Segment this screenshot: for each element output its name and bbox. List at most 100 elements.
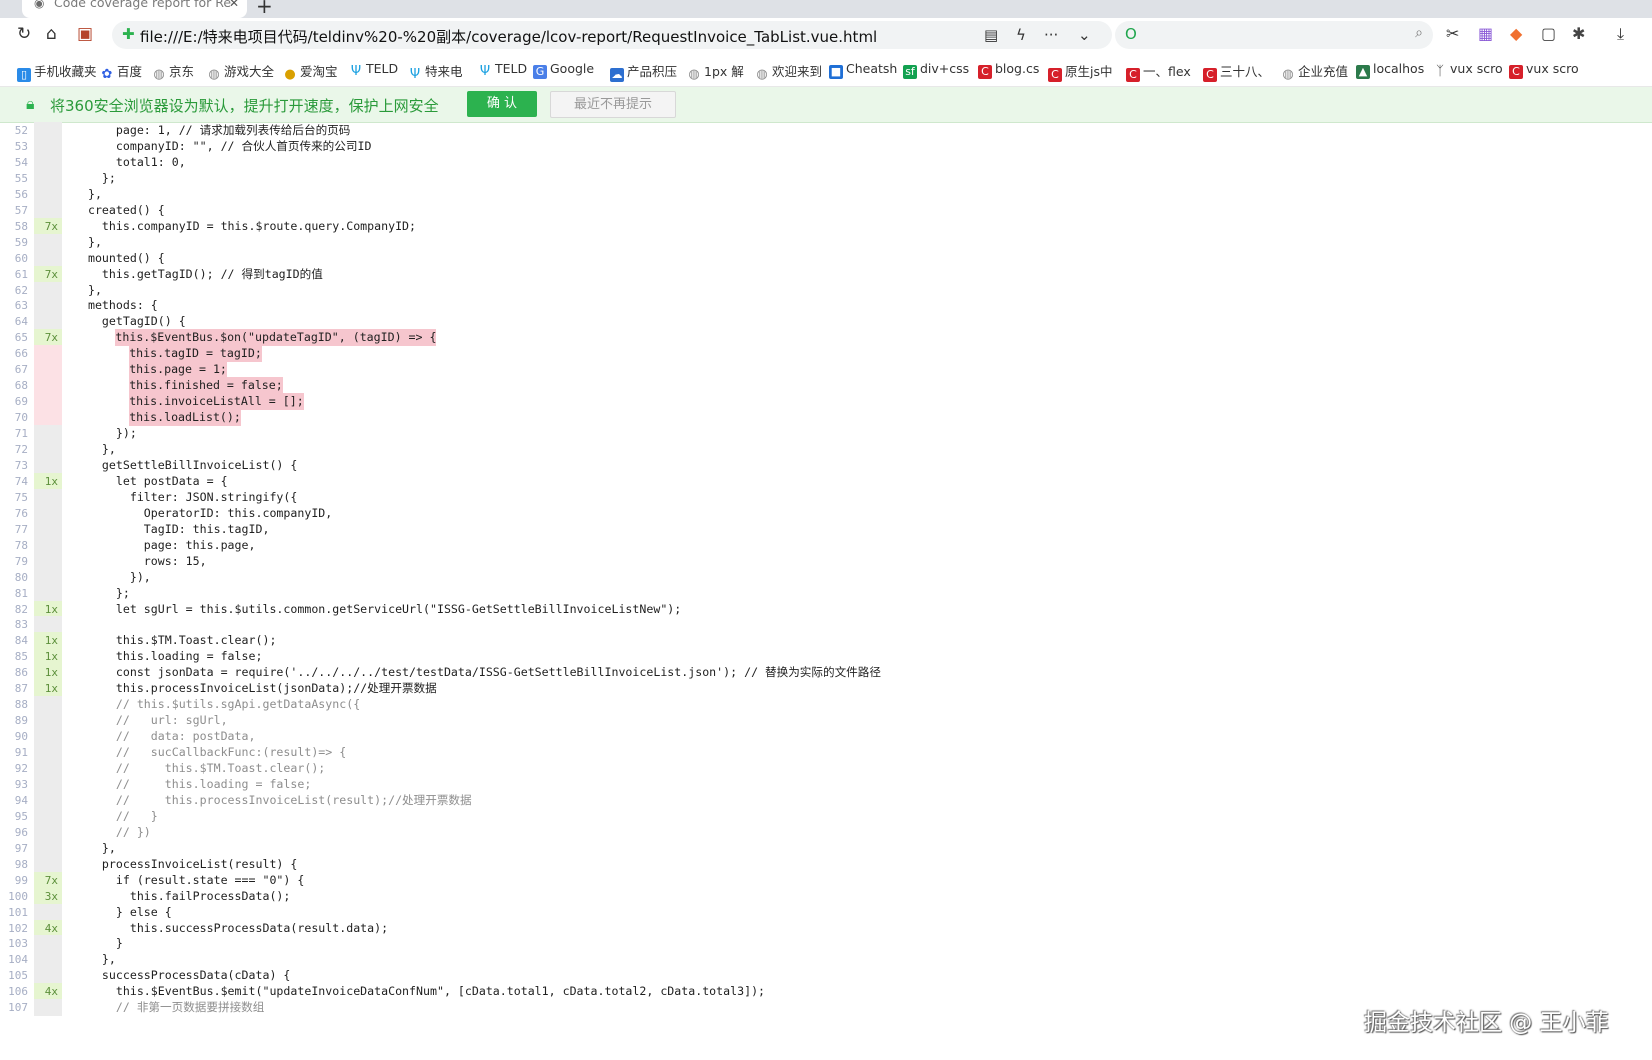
line-number[interactable]: 103 <box>0 935 28 952</box>
line-number[interactable]: 60 <box>0 250 28 267</box>
line-number[interactable]: 105 <box>0 967 28 984</box>
bookmark-item[interactable]: Ψ TELD <box>478 61 527 79</box>
confirm-button[interactable]: 确 认 <box>467 91 537 117</box>
line-number[interactable]: 54 <box>0 154 28 171</box>
line-number[interactable]: 79 <box>0 553 28 570</box>
bookmark-item[interactable]: ✿ 百度 <box>100 61 142 82</box>
reload-icon[interactable]: ↻ <box>17 24 31 44</box>
line-number[interactable]: 72 <box>0 441 28 458</box>
dismiss-button[interactable]: 最近不再提示 <box>550 91 676 118</box>
line-number[interactable]: 57 <box>0 202 28 219</box>
line-number[interactable]: 53 <box>0 138 28 155</box>
line-number[interactable]: 101 <box>0 904 28 921</box>
line-number[interactable]: 83 <box>0 616 28 633</box>
line-number[interactable]: 99 <box>0 872 28 889</box>
lightning-icon[interactable]: ϟ <box>1016 26 1026 44</box>
close-tab-icon[interactable]: ✕ <box>229 0 239 10</box>
line-number[interactable]: 85 <box>0 648 28 665</box>
line-number[interactable]: 61 <box>0 266 28 283</box>
scissors-icon[interactable]: ✂ <box>1446 24 1459 43</box>
line-number[interactable]: 80 <box>0 569 28 586</box>
line-number[interactable]: 74 <box>0 473 28 490</box>
line-number[interactable]: 92 <box>0 760 28 777</box>
line-number[interactable]: 76 <box>0 505 28 522</box>
bookmark-item[interactable]: G Google <box>533 61 594 79</box>
bookmark-item[interactable]: C 三十八、 <box>1203 61 1270 82</box>
line-number[interactable]: 59 <box>0 234 28 251</box>
line-number[interactable]: 94 <box>0 792 28 809</box>
more-icon[interactable]: ··· <box>1044 26 1058 44</box>
line-number[interactable]: 52 <box>0 122 28 139</box>
translator-extension-icon[interactable]: ▦ <box>1478 24 1493 43</box>
bookmark-item[interactable]: Ψ TELD <box>349 61 398 79</box>
line-number[interactable]: 93 <box>0 776 28 793</box>
home-icon[interactable]: ⌂ <box>46 24 57 44</box>
line-number[interactable]: 100 <box>0 888 28 905</box>
line-number[interactable]: 69 <box>0 393 28 410</box>
game-extension-icon[interactable]: ◆ <box>1510 24 1522 43</box>
bookmark-item[interactable]: Cblog.cs <box>978 61 1039 79</box>
bookmark-item[interactable]: ◍ 企业充值 <box>1281 61 1348 82</box>
bookmark-item[interactable]: ◍ 游戏大全 <box>207 61 274 82</box>
bookmark-item[interactable]: C 一、flex <box>1126 61 1191 82</box>
line-number[interactable]: 78 <box>0 537 28 554</box>
line-number[interactable]: 65 <box>0 329 28 346</box>
bookmark-item[interactable]: C 原生js中 <box>1048 61 1113 82</box>
line-number[interactable]: 77 <box>0 521 28 538</box>
line-number[interactable]: 58 <box>0 218 28 235</box>
line-number[interactable]: 97 <box>0 840 28 857</box>
line-number[interactable]: 62 <box>0 282 28 299</box>
search-engine-logo-icon[interactable]: O <box>1125 25 1137 43</box>
line-number[interactable]: 64 <box>0 313 28 330</box>
search-box[interactable]: O ⌕ <box>1115 21 1433 49</box>
bookmark-item[interactable]: Cvux scro <box>1509 61 1579 79</box>
window-icon[interactable]: ▢ <box>1541 24 1556 43</box>
search-icon[interactable]: ⌕ <box>1415 25 1423 41</box>
line-number[interactable]: 98 <box>0 856 28 873</box>
address-bar[interactable]: ✚ file:///E:/特来电项目代码/teldinv%20-%20副本/co… <box>112 21 1112 49</box>
bookmark-item[interactable]: Ψ 特来电 <box>408 61 463 82</box>
line-number[interactable]: 95 <box>0 808 28 825</box>
line-number[interactable]: 86 <box>0 664 28 681</box>
line-number[interactable]: 102 <box>0 920 28 937</box>
bookmark-item[interactable]: ◍ 京东 <box>152 61 194 82</box>
extensions-puzzle-icon[interactable]: ✱ <box>1572 24 1585 43</box>
line-number[interactable]: 91 <box>0 744 28 761</box>
line-number[interactable]: 70 <box>0 409 28 426</box>
minimize-window-icon[interactable]: — <box>1610 0 1624 7</box>
new-tab-button[interactable]: + <box>256 0 273 18</box>
bookmark-item[interactable]: ◍ 1px 解 <box>687 61 743 82</box>
line-number[interactable]: 89 <box>0 712 28 729</box>
line-number[interactable]: 71 <box>0 425 28 442</box>
line-number[interactable]: 96 <box>0 824 28 841</box>
line-number[interactable]: 66 <box>0 345 28 362</box>
bookmark-item[interactable]: ᛉ vux scro <box>1433 61 1503 79</box>
line-number[interactable]: 67 <box>0 361 28 378</box>
chevron-down-icon[interactable]: ⌄ <box>1078 26 1091 44</box>
line-number[interactable]: 63 <box>0 297 28 314</box>
line-number[interactable]: 81 <box>0 585 28 602</box>
line-number[interactable]: 75 <box>0 489 28 506</box>
line-number[interactable]: 90 <box>0 728 28 745</box>
line-number[interactable]: 56 <box>0 186 28 203</box>
toolbox-icon[interactable]: ▣ <box>77 24 93 44</box>
line-number[interactable]: 107 <box>0 999 28 1016</box>
url-text[interactable]: file:///E:/特来电项目代码/teldinv%20-%20副本/cove… <box>140 26 877 47</box>
bookmark-item[interactable]: ◍ 欢迎来到 <box>755 61 822 82</box>
line-number[interactable]: 68 <box>0 377 28 394</box>
line-number[interactable]: 88 <box>0 696 28 713</box>
line-number[interactable]: 87 <box>0 680 28 697</box>
download-icon[interactable]: ⤓ <box>1617 24 1624 44</box>
line-number[interactable]: 73 <box>0 457 28 474</box>
line-number[interactable]: 84 <box>0 632 28 649</box>
bookmark-item[interactable]: ▲ localhos <box>1356 61 1424 79</box>
bookmark-item[interactable]: ☁ 产品积压 <box>610 61 677 82</box>
bookmark-item[interactable]: sf div+css <box>903 61 969 79</box>
translate-icon[interactable]: ▤ <box>984 26 998 44</box>
bookmark-item[interactable]: ● 爱淘宝 <box>283 61 337 82</box>
line-number[interactable]: 82 <box>0 601 28 618</box>
bookmark-item[interactable]: ■ Cheatsh <box>829 61 897 79</box>
line-number[interactable]: 104 <box>0 951 28 968</box>
line-number[interactable]: 55 <box>0 170 28 187</box>
browser-tab[interactable]: ◉ Code coverage report for RequestInvoic… <box>22 0 247 18</box>
